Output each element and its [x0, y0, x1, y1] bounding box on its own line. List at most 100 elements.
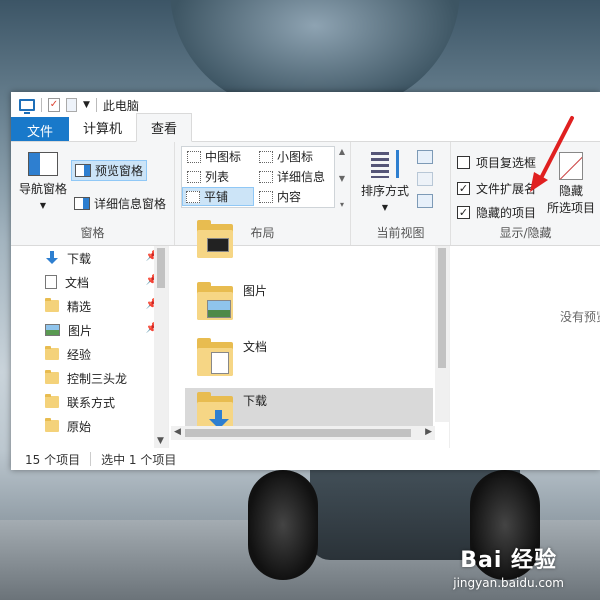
nav-item-featured[interactable]: 精选 📌: [11, 294, 168, 318]
folder-icon: [45, 346, 59, 360]
sort-by-label: 排序方式: [360, 184, 409, 198]
jet-wheel-left: [248, 470, 318, 580]
new-folder-icon[interactable]: [66, 98, 77, 112]
layout-label: 内容: [277, 190, 302, 204]
tab-view[interactable]: 查看: [136, 113, 193, 142]
properties-check-icon[interactable]: ✓: [48, 98, 60, 112]
nav-pane-label: 导航窗格: [18, 182, 67, 196]
chevron-right-icon[interactable]: ▶: [425, 427, 432, 437]
tiles-icon: [186, 190, 200, 203]
layout-label: 平铺: [204, 190, 229, 204]
item-checkboxes-checkbox[interactable]: [457, 156, 470, 169]
nav-pane-icon: [28, 152, 58, 176]
file-explorer-window: ✓ ▼ 此电脑 文件 计算机 查看 导航窗格 ▼ 预览窗格 详细信息窗格 窗格: [11, 92, 600, 470]
details-pane-label: 详细信息窗格: [94, 197, 167, 211]
chevron-down-icon[interactable]: ▼: [157, 436, 164, 446]
file-item-documents[interactable]: 文档: [185, 334, 433, 386]
layout-small-icons[interactable]: 小图标: [256, 147, 316, 166]
document-folder-icon: [197, 338, 233, 378]
file-item-label: 文档: [243, 340, 268, 354]
nav-item-contacts[interactable]: 联系方式: [11, 390, 168, 414]
chevron-down-icon: ▼: [39, 201, 47, 210]
preview-pane-icon: [75, 164, 91, 177]
download-icon: [45, 251, 59, 265]
nav-pane-scrollbar[interactable]: ▼: [154, 246, 168, 448]
list-icon: [187, 170, 201, 183]
nav-item-label: 联系方式: [67, 395, 116, 410]
scrollbar-thumb[interactable]: [185, 429, 411, 437]
expand-gallery-icon[interactable]: ▾: [340, 200, 344, 209]
folder-icon: [45, 298, 59, 312]
group-label-panes: 窗格: [80, 226, 105, 240]
group-by-icon[interactable]: [417, 150, 433, 164]
chevron-down-icon[interactable]: ▼: [339, 174, 345, 183]
picture-folder-icon: [197, 282, 233, 322]
chevron-left-icon[interactable]: ◀: [174, 427, 181, 437]
nav-item-label: 图片: [68, 323, 93, 338]
content-scrollbar[interactable]: [435, 246, 449, 422]
file-item-video-folder[interactable]: [185, 216, 433, 268]
tab-file[interactable]: 文件: [11, 117, 70, 141]
folder-icon: [45, 418, 59, 432]
nav-item-experience[interactable]: 经验: [11, 342, 168, 366]
layout-list[interactable]: 列表: [184, 167, 232, 186]
window-title: 此电脑: [102, 98, 139, 113]
layout-gallery: 中图标 小图标 列表 详细信息 平铺 内容 ▲ ▼ ▾: [181, 146, 345, 209]
item-checkboxes-label: 项目复选框: [476, 156, 537, 170]
explorer-body: 下载 📌 文档 📌 精选 📌 图片 📌 经验 控制三头龙 联系方式 原始 ▼ 图…: [11, 220, 600, 448]
file-extensions-option[interactable]: ✓ 文件扩展名: [457, 180, 536, 197]
nav-item-control[interactable]: 控制三头龙: [11, 366, 168, 390]
details-pane-button[interactable]: 详细信息窗格: [71, 194, 169, 213]
layout-label: 小图标: [277, 150, 314, 164]
content-icon: [259, 190, 273, 203]
folder-icon: [45, 370, 59, 384]
hidden-items-option[interactable]: ✓ 隐藏的项目: [457, 204, 536, 221]
titlebar-separator: [41, 98, 42, 112]
add-columns-icon[interactable]: [417, 172, 433, 186]
layout-label: 详细信息: [277, 170, 326, 184]
hidden-items-checkbox[interactable]: ✓: [457, 206, 470, 219]
nav-item-label: 下载: [67, 251, 92, 266]
layout-gallery-scroll[interactable]: ▲ ▼ ▾: [336, 147, 348, 209]
quick-access-dropdown-icon[interactable]: ▼: [83, 100, 90, 110]
selected-count: 选中 1 个项目: [101, 452, 177, 467]
no-preview-text: 没有预览: [560, 310, 600, 324]
group-panes: 导航窗格 ▼ 预览窗格 详细信息窗格 窗格: [11, 142, 175, 245]
nav-pane-button[interactable]: 导航窗格 ▼: [17, 152, 69, 211]
file-extensions-checkbox[interactable]: ✓: [457, 182, 470, 195]
preview-pane-button[interactable]: 预览窗格: [71, 160, 148, 181]
video-folder-icon: [197, 220, 233, 260]
scrollbar-thumb[interactable]: [157, 248, 165, 288]
picture-icon: [45, 324, 60, 336]
status-bar: 15 个项目 选中 1 个项目: [11, 448, 600, 470]
nav-item-downloads[interactable]: 下载 📌: [11, 246, 168, 270]
computer-icon: [19, 99, 35, 114]
sort-by-button[interactable]: 排序方式 ▼: [357, 150, 413, 213]
small-icons-icon: [259, 150, 273, 163]
document-icon: [45, 275, 57, 289]
layout-content[interactable]: 内容: [256, 187, 304, 206]
size-columns-icon[interactable]: [417, 194, 433, 208]
nav-item-label: 控制三头龙: [67, 371, 128, 386]
sort-icon: [369, 150, 401, 180]
nav-item-pictures[interactable]: 图片 📌: [11, 318, 168, 342]
nav-item-label: 经验: [67, 347, 92, 362]
layout-tiles[interactable]: 平铺: [182, 187, 254, 206]
item-checkboxes-option[interactable]: 项目复选框: [457, 154, 536, 171]
watermark-logo: Bai 经验: [460, 548, 558, 573]
layout-details[interactable]: 详细信息: [256, 167, 328, 186]
ribbon-tab-bar: 文件 计算机 查看: [11, 113, 600, 142]
layout-medium-icons[interactable]: 中图标: [184, 147, 244, 166]
content-horizontal-scrollbar[interactable]: ◀ ▶: [171, 426, 435, 440]
nav-item-original[interactable]: 原始: [11, 414, 168, 438]
layout-label: 中图标: [205, 150, 242, 164]
nav-item-documents[interactable]: 文档 📌: [11, 270, 168, 294]
content-pane: 图片 文档 下载 ◀ ▶: [171, 220, 449, 448]
chevron-up-icon[interactable]: ▲: [339, 147, 345, 156]
tab-computer[interactable]: 计算机: [69, 114, 136, 141]
preview-pane: 没有预览: [449, 246, 600, 448]
details-pane-icon: [74, 197, 90, 210]
file-item-pictures[interactable]: 图片: [185, 278, 433, 330]
scrollbar-thumb[interactable]: [438, 248, 446, 368]
chevron-down-icon: ▼: [381, 203, 389, 212]
